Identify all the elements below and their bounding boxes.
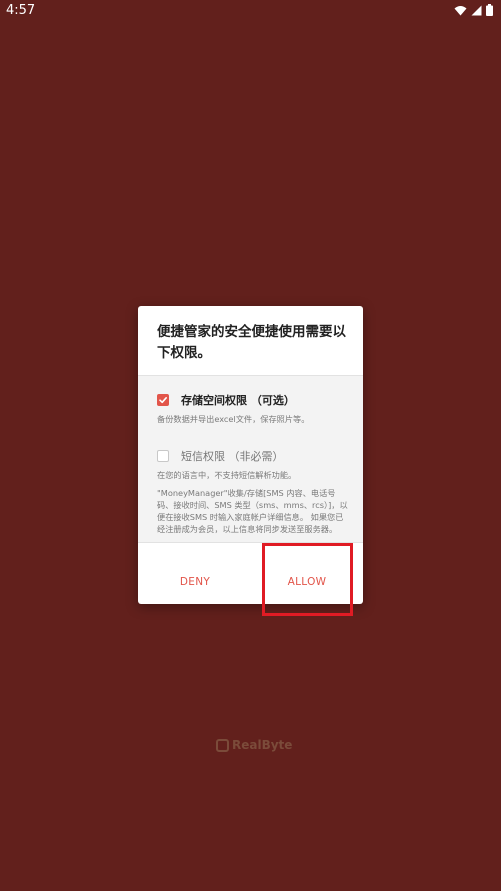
storage-permission-row[interactable]: 存储空间权限 （可选） xyxy=(157,392,295,408)
sms-permission-label: 短信权限 （非必需） xyxy=(181,450,284,463)
sms-permission-row[interactable]: 短信权限 （非必需） xyxy=(157,448,284,464)
status-bar: 4:57 xyxy=(0,0,501,22)
brand-logo: RealByte xyxy=(216,738,292,752)
battery-icon xyxy=(486,4,493,16)
brand-name: RealByte xyxy=(232,738,293,752)
storage-permission-checkbox[interactable] xyxy=(157,394,169,406)
signal-icon xyxy=(471,5,482,15)
sms-permission-description: 在您的语言中，不支持短信解析功能。 xyxy=(157,470,297,480)
sms-permission-detail: "MoneyManager"收集/存储[SMS 内容、电话号码、接收时间、SMS… xyxy=(157,488,348,534)
realbyte-logo-icon xyxy=(216,738,229,752)
dialog-title: 便捷管家的安全便捷使用需要以下权限。 xyxy=(157,324,346,361)
sms-permission-checkbox[interactable] xyxy=(157,450,169,462)
deny-button[interactable]: DENY xyxy=(140,560,250,604)
status-icons xyxy=(454,4,493,16)
storage-permission-description: 备份数据并导出excel文件，保存照片等。 xyxy=(157,414,310,424)
storage-permission-label: 存储空间权限 （可选） xyxy=(181,394,295,407)
wifi-icon xyxy=(454,5,467,15)
allow-button-highlight xyxy=(262,543,353,616)
check-icon xyxy=(159,397,167,404)
status-time: 4:57 xyxy=(6,3,36,18)
permission-list: 存储空间权限 （可选） 备份数据并导出excel文件，保存照片等。 短信权限 （… xyxy=(138,375,363,543)
